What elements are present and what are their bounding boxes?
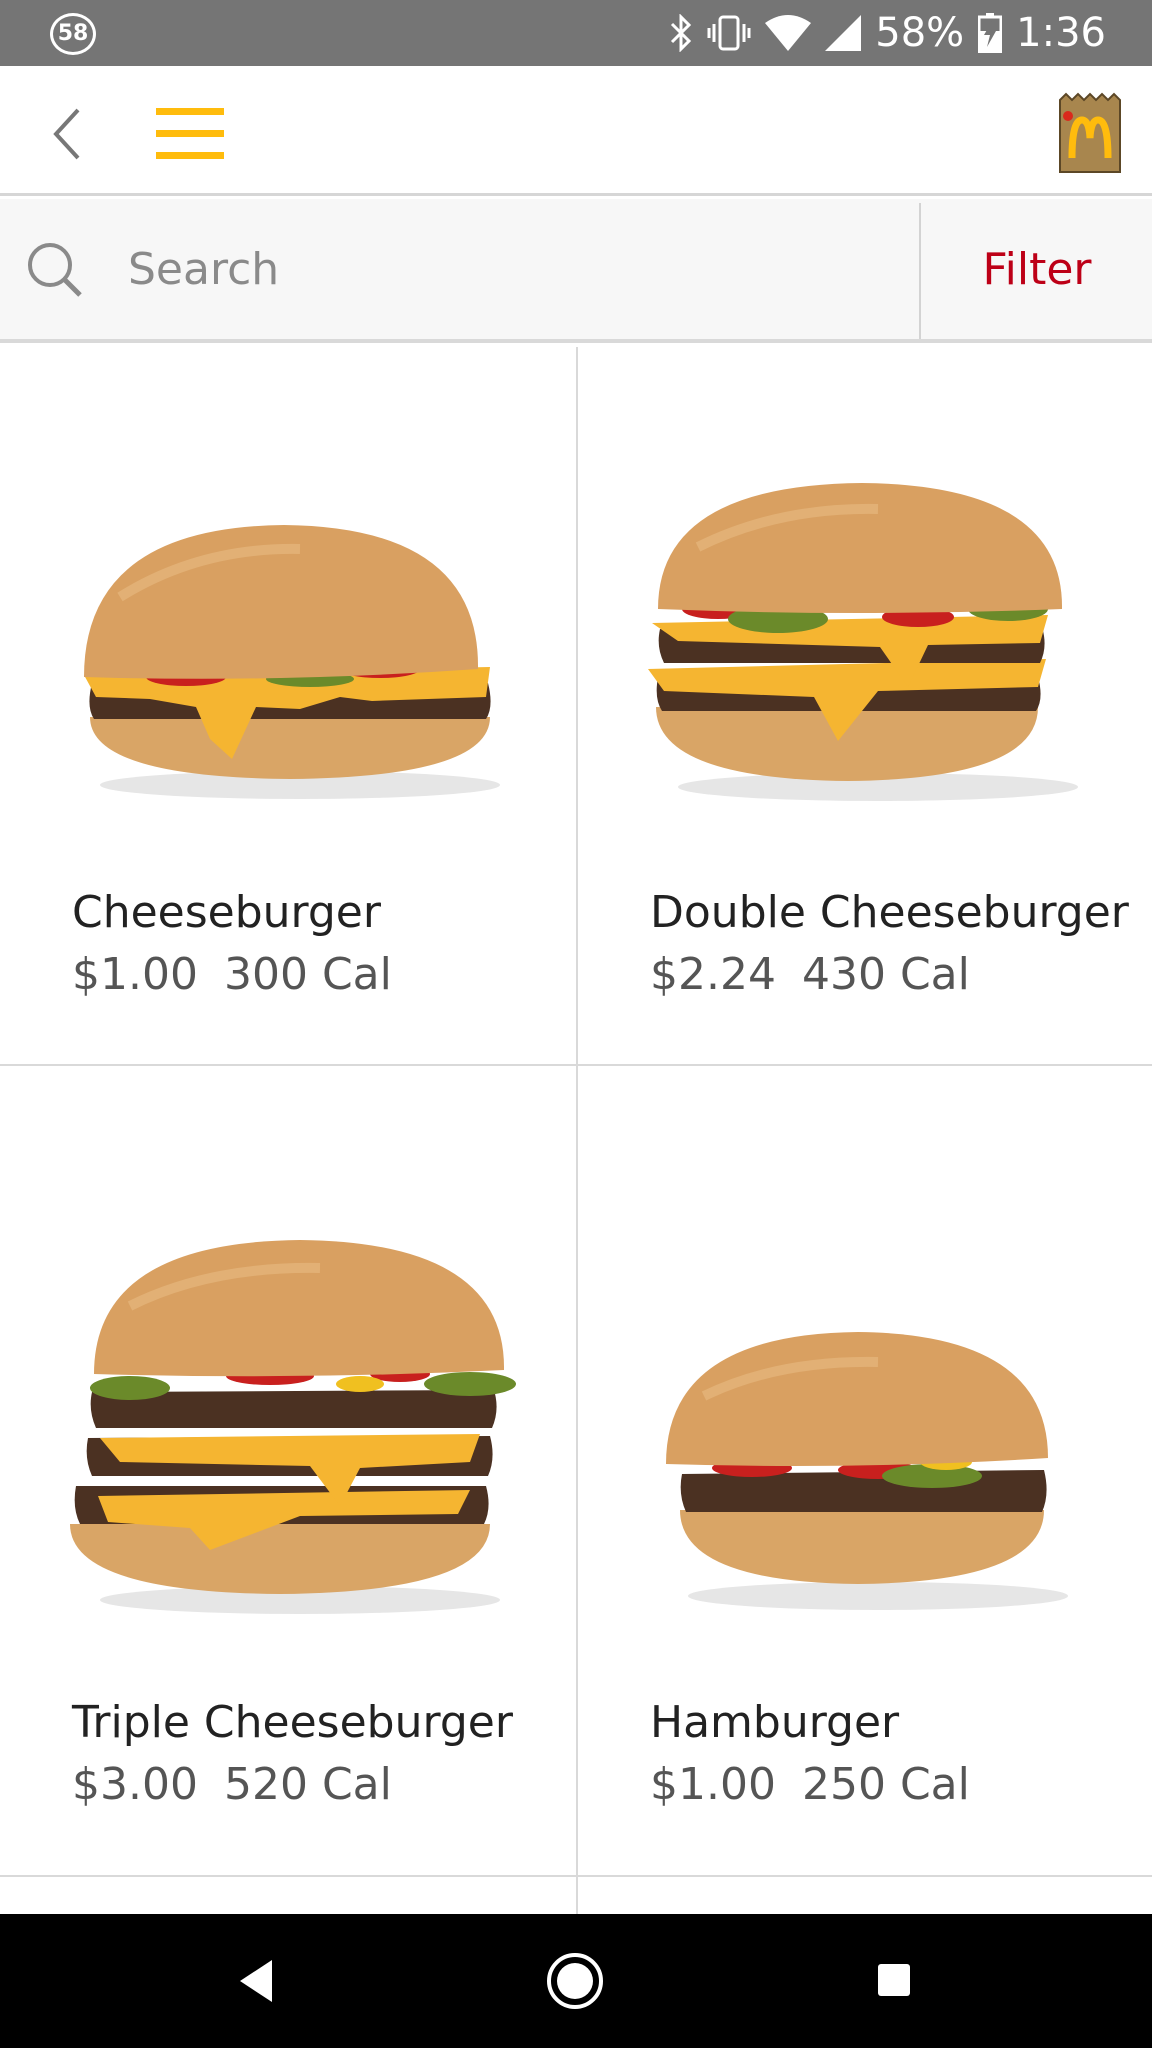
- back-button[interactable]: [44, 104, 94, 164]
- menu-item-name: Cheeseburger: [72, 887, 381, 938]
- nav-recents-icon: [876, 1964, 912, 2002]
- grid-row-divider: [0, 1875, 1152, 1877]
- battery-percent: 58%: [875, 10, 965, 56]
- menu-item-meta: $1.00 300 Cal: [72, 949, 392, 1000]
- menu-item-triple-cheeseburger[interactable]: Triple Cheeseburger $3.00 520 Cal: [0, 1066, 576, 1875]
- menu-item-cheeseburger[interactable]: Cheeseburger $1.00 300 Cal: [0, 347, 576, 1064]
- nav-home-icon: [546, 1953, 604, 2014]
- battery-charging-icon: [978, 13, 1003, 53]
- search-field[interactable]: [0, 199, 920, 339]
- menu-item-name: Hamburger: [650, 1697, 900, 1748]
- menu-item-double-cheeseburger[interactable]: Double Cheeseburger $2.24 430 Cal: [578, 347, 1152, 1064]
- menu-item-meta: $2.24 430 Cal: [650, 949, 970, 1000]
- hamburger-image: [666, 1332, 1068, 1610]
- double-cheeseburger-image: [648, 483, 1078, 801]
- menu-item-calories: 520 Cal: [223, 1759, 392, 1810]
- cheeseburger-image: [84, 525, 500, 799]
- nav-back-button[interactable]: [236, 1958, 276, 2004]
- status-bar: 58 58% 1:36: [0, 0, 1152, 66]
- menu-item-price: $2.24: [650, 949, 776, 1000]
- filter-button[interactable]: Filter: [922, 199, 1152, 339]
- bag-button[interactable]: [1058, 92, 1122, 174]
- menu-item-price: $1.00: [650, 1759, 776, 1810]
- chevron-left-icon: [44, 108, 94, 168]
- search-icon: [26, 241, 84, 299]
- search-input[interactable]: [128, 235, 888, 303]
- wifi-icon: [765, 15, 812, 51]
- menu-item-price: $1.00: [72, 949, 198, 1000]
- bluetooth-icon: [669, 14, 693, 52]
- nav-recents-button[interactable]: [876, 1962, 912, 1998]
- vibrate-icon: [707, 14, 751, 52]
- menu-item-meta: $1.00 250 Cal: [650, 1759, 970, 1810]
- menu-item-calories: 250 Cal: [801, 1759, 970, 1810]
- triple-cheeseburger-image: [70, 1240, 516, 1614]
- menu-item-calories: 430 Cal: [801, 949, 970, 1000]
- clock-time: 1:36: [1016, 10, 1106, 56]
- menu-item-meta: $3.00 520 Cal: [72, 1759, 392, 1810]
- menu-item-calories: 300 Cal: [223, 949, 392, 1000]
- signal-icon: [825, 15, 862, 51]
- menu-item-name: Triple Cheeseburger: [72, 1697, 513, 1748]
- search-bar: Filter: [0, 199, 1152, 343]
- filter-divider: [919, 203, 921, 339]
- notification-count-badge: 58: [50, 13, 96, 55]
- menu-item-price: $3.00: [72, 1759, 198, 1810]
- status-icons: 58% 1:36: [669, 0, 1106, 66]
- menu-item-grid: Cheeseburger $1.00 300 Cal Double Cheeseb…: [0, 347, 1152, 1914]
- nav-home-button[interactable]: [546, 1952, 604, 2010]
- app-bar: [0, 66, 1152, 196]
- menu-item-hamburger[interactable]: Hamburger $1.00 250 Cal: [578, 1066, 1152, 1875]
- hamburger-menu-icon: [152, 108, 228, 168]
- menu-item-name: Double Cheeseburger: [650, 887, 1129, 938]
- mcdonalds-bag-icon: [1058, 92, 1122, 178]
- system-nav-bar: [0, 1914, 1152, 2048]
- nav-back-icon: [236, 1960, 276, 2008]
- menu-button[interactable]: [152, 104, 228, 164]
